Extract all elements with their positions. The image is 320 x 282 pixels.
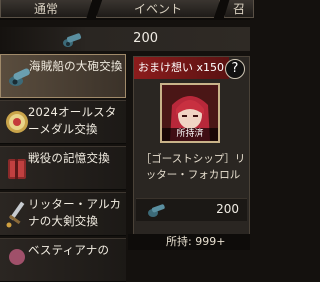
exchange-list: 海賊船の大砲交換 2024オールスターメダル交換 戦役の記憶交換 リッター・アル… bbox=[0, 54, 128, 282]
owned-count-bar: 所持: 999+ bbox=[128, 234, 250, 250]
list-item-campaign-memory[interactable]: 戦役の記憶交換 bbox=[0, 146, 126, 190]
tab-summon[interactable]: 召 bbox=[224, 0, 254, 18]
item-title: おまけ想い x150 bbox=[134, 57, 229, 79]
item-detail-panel: おまけ想い x150 ? 所持済 ［ゴーストシップ］リッター・フォカロル 200 bbox=[133, 56, 250, 250]
tab-event[interactable]: イベント bbox=[96, 0, 220, 18]
tab-normal[interactable]: 通常 bbox=[0, 0, 92, 18]
list-item-label: 2024オールスターメダル交換 bbox=[28, 105, 117, 136]
price-row: 200 bbox=[136, 198, 247, 221]
list-item-allstar-medal[interactable]: 2024オールスターメダル交換 bbox=[0, 100, 126, 144]
item-name: ［ゴーストシップ］リッター・フォカロル bbox=[140, 153, 246, 181]
list-item-ritter-arcana-sword[interactable]: リッター・アルカナの大剣交換 bbox=[0, 192, 126, 236]
list-item-label: 戦役の記憶交換 bbox=[28, 151, 110, 165]
list-item-label: リッター・アルカナの大剣交換 bbox=[28, 197, 122, 228]
list-item-label: 海賊船の大砲交換 bbox=[29, 59, 123, 73]
currency-bar: 200 bbox=[0, 27, 250, 51]
help-button[interactable]: ? bbox=[225, 59, 245, 79]
list-item-bestiana[interactable]: ベスティアナの bbox=[0, 238, 126, 282]
owned-badge: 所持済 bbox=[162, 128, 218, 141]
currency-amount: 200 bbox=[133, 31, 158, 46]
price-value: 200 bbox=[216, 202, 239, 216]
book-icon bbox=[8, 159, 26, 179]
owned-count: 所持: 999+ bbox=[166, 235, 226, 248]
list-item-cannon-exchange[interactable]: 海賊船の大砲交換 bbox=[0, 54, 126, 98]
tab-bar: 通常 イベント 召 bbox=[0, 0, 254, 20]
cannon-icon bbox=[63, 33, 82, 47]
list-item-label: ベスティアナの bbox=[28, 243, 110, 257]
cannon-icon bbox=[148, 204, 165, 217]
item-card[interactable]: 所持済 bbox=[160, 83, 220, 143]
medal-icon bbox=[6, 111, 28, 133]
sword-icon bbox=[6, 201, 25, 228]
cannon-icon bbox=[9, 68, 30, 86]
